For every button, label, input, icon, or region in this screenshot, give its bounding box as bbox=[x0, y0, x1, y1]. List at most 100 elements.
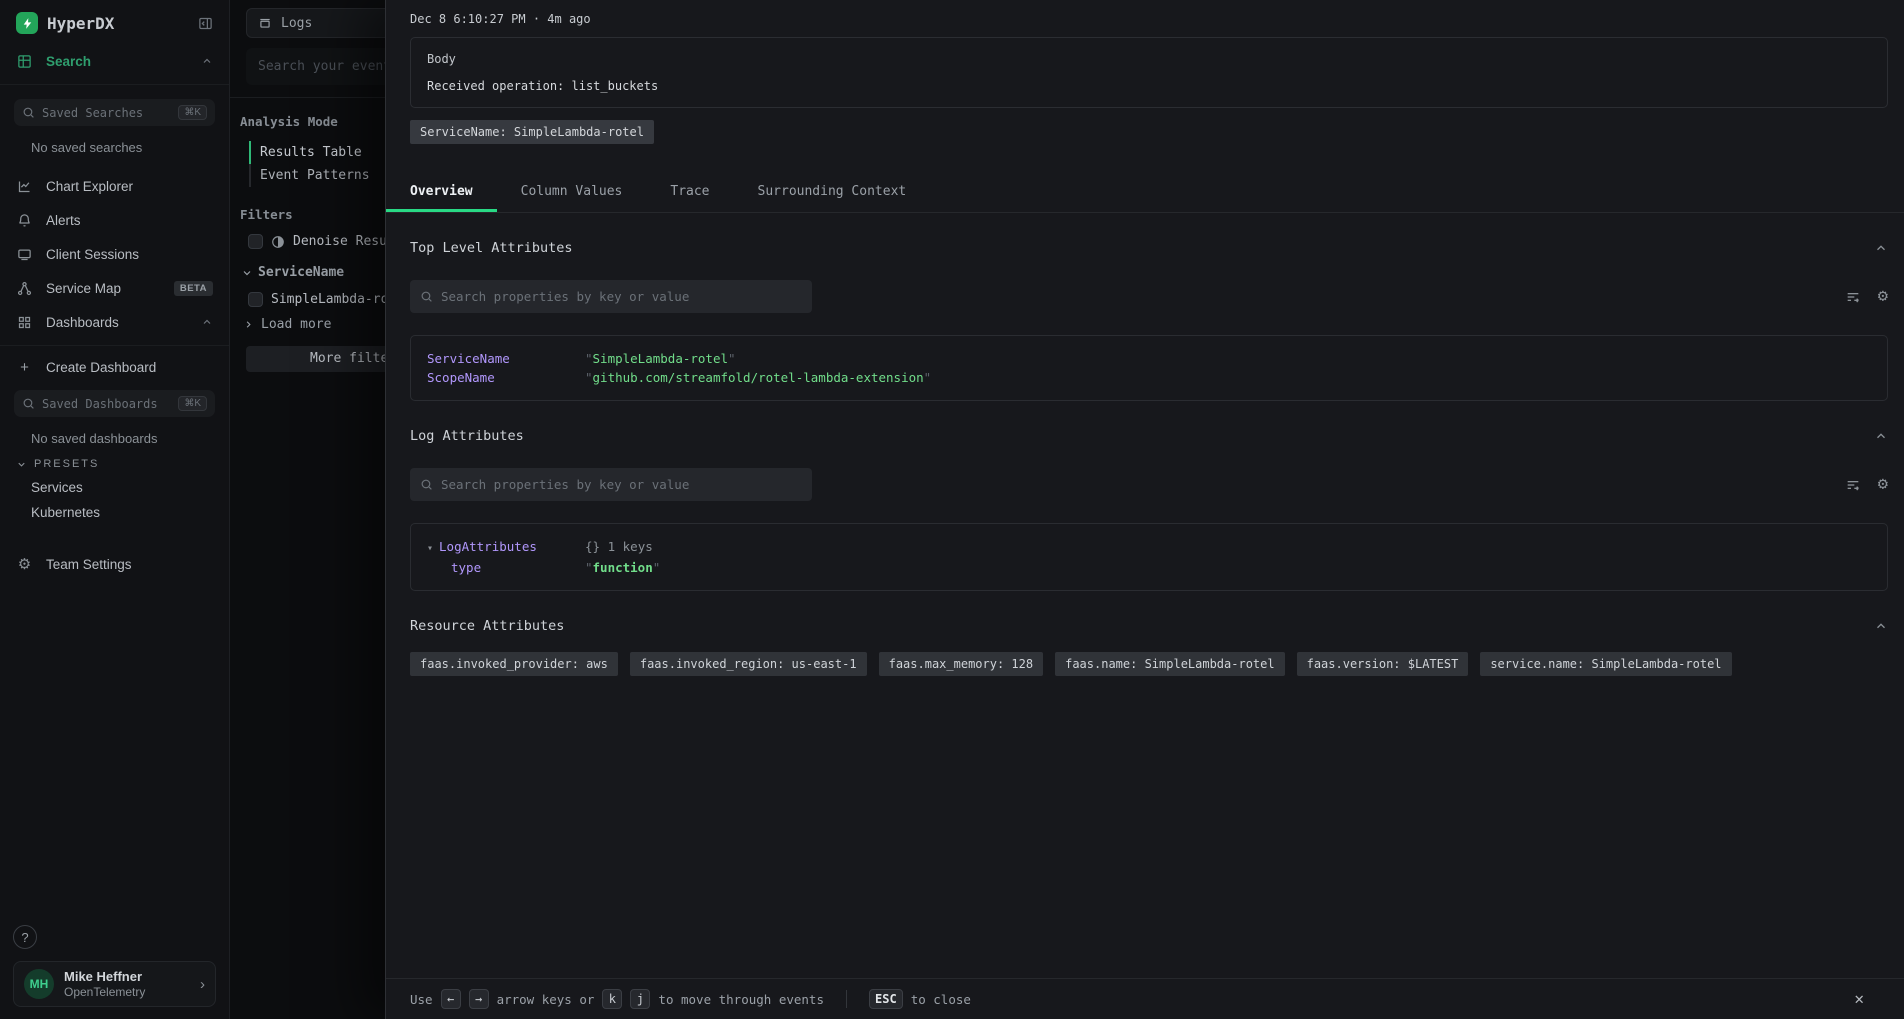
collapse-section-icon[interactable] bbox=[1874, 241, 1888, 255]
sidebar-item-team-settings[interactable]: ⚙ Team Settings bbox=[0, 547, 229, 581]
key-esc: ESC bbox=[869, 989, 903, 1009]
sidebar-item-chart-explorer[interactable]: Chart Explorer bbox=[0, 169, 229, 203]
monitor-icon bbox=[16, 247, 33, 262]
resource-attribute-chips: faas.invoked_provider: aws faas.invoked_… bbox=[410, 652, 1888, 676]
user-info: Mike Heffner OpenTelemetry bbox=[64, 969, 145, 999]
denoise-checkbox[interactable] bbox=[248, 234, 263, 249]
chevron-down-icon bbox=[241, 267, 253, 279]
attribute-value: "SimpleLambda-rotel" bbox=[585, 349, 1871, 368]
no-saved-dashboards-text: No saved dashboards bbox=[31, 431, 213, 446]
plus-icon: + bbox=[16, 359, 33, 376]
attribute-key-wrap: type bbox=[427, 558, 585, 577]
attribute-row[interactable]: type "function" bbox=[427, 558, 1871, 577]
chevron-right-icon: › bbox=[200, 976, 205, 993]
top-level-search-input[interactable]: Search properties by key or value bbox=[410, 280, 812, 313]
resource-chip[interactable]: faas.version: $LATEST bbox=[1297, 652, 1469, 676]
create-dashboard-button[interactable]: + Create Dashboard bbox=[0, 352, 229, 382]
event-tags-row: ServiceName: SimpleLambda-rotel bbox=[410, 120, 1888, 144]
top-level-search-row: Search properties by key or value ⚙ bbox=[410, 280, 1888, 313]
tab-trace[interactable]: Trace bbox=[646, 175, 733, 212]
events-search-placeholder: Search your event bbox=[258, 59, 391, 74]
collapse-sidebar-icon[interactable] bbox=[198, 16, 213, 31]
attribute-key: ScopeName bbox=[427, 368, 585, 387]
beta-badge: BETA bbox=[174, 281, 213, 296]
user-org: OpenTelemetry bbox=[64, 985, 145, 999]
event-detail-drawer: Dec 8 6:10:27 PM · 4m ago Body Received … bbox=[385, 0, 1904, 1019]
servicename-checkbox[interactable] bbox=[248, 292, 263, 307]
team-settings-label: Team Settings bbox=[46, 557, 132, 572]
servicename-group-label: ServiceName bbox=[258, 265, 344, 280]
resource-chip[interactable]: service.name: SimpleLambda-rotel bbox=[1480, 652, 1731, 676]
attribute-row[interactable]: ScopeName "github.com/streamfold/rotel-l… bbox=[427, 368, 1871, 387]
section-tools: ⚙ bbox=[1845, 288, 1888, 305]
preset-item-services[interactable]: Services bbox=[0, 475, 229, 500]
avatar: MH bbox=[24, 969, 54, 999]
user-menu[interactable]: MH Mike Heffner OpenTelemetry › bbox=[13, 961, 216, 1007]
top-level-attributes-header: Top Level Attributes bbox=[410, 240, 1888, 256]
gear-icon[interactable]: ⚙ bbox=[1878, 288, 1888, 305]
sidebar-item-alerts[interactable]: Alerts bbox=[0, 203, 229, 237]
sidebar: HyperDX Search Saved Searches ⌘K No save… bbox=[0, 0, 230, 1019]
key-k: k bbox=[602, 989, 622, 1009]
filter-lines-icon[interactable] bbox=[1845, 477, 1861, 493]
search-icon bbox=[22, 106, 35, 119]
sidebar-item-dashboards[interactable]: Dashboards bbox=[0, 305, 229, 339]
search-icon bbox=[420, 290, 433, 303]
saved-searches-placeholder: Saved Searches bbox=[42, 106, 178, 120]
sidebar-item-search[interactable]: Search bbox=[0, 44, 229, 78]
tree-root-row[interactable]: ▾LogAttributes {} 1 keys bbox=[427, 537, 1871, 558]
help-button[interactable]: ? bbox=[13, 925, 37, 949]
section-title: Log Attributes bbox=[410, 428, 1874, 444]
tree-meta: {} 1 keys bbox=[585, 537, 1871, 558]
log-attributes-box: ▾LogAttributes {} 1 keys type "function" bbox=[410, 523, 1888, 591]
search-section-icon bbox=[16, 54, 33, 69]
presets-label: PRESETS bbox=[34, 458, 99, 470]
servicename-chip[interactable]: ServiceName: SimpleLambda-rotel bbox=[410, 120, 654, 144]
resource-chip[interactable]: faas.invoked_provider: aws bbox=[410, 652, 618, 676]
divider bbox=[846, 990, 847, 1008]
shortcut-badge: ⌘K bbox=[178, 105, 207, 120]
collapse-section-icon[interactable] bbox=[1874, 429, 1888, 443]
divider bbox=[0, 84, 229, 85]
sidebar-item-label: Client Sessions bbox=[46, 247, 139, 262]
servicename-value-label: SimpleLambda-rot bbox=[271, 292, 396, 307]
search-icon bbox=[420, 478, 433, 491]
section-title: Resource Attributes bbox=[410, 618, 1874, 634]
search-placeholder: Search properties by key or value bbox=[441, 477, 689, 492]
resource-chip[interactable]: faas.max_memory: 128 bbox=[879, 652, 1044, 676]
log-attributes-header: Log Attributes bbox=[410, 428, 1888, 444]
resource-chip[interactable]: faas.name: SimpleLambda-rotel bbox=[1055, 652, 1285, 676]
top-level-attributes-box: ServiceName "SimpleLambda-rotel" ScopeNa… bbox=[410, 335, 1888, 401]
tree-caret-icon[interactable]: ▾ bbox=[427, 543, 433, 554]
tab-surrounding-context[interactable]: Surrounding Context bbox=[734, 175, 931, 212]
gear-icon[interactable]: ⚙ bbox=[1878, 476, 1888, 493]
bell-icon bbox=[16, 213, 33, 228]
chevron-up-icon[interactable] bbox=[201, 316, 213, 328]
chevron-up-icon[interactable] bbox=[201, 55, 213, 67]
drawer-footer: Use ← → arrow keys or k j to move throug… bbox=[386, 978, 1904, 1019]
sidebar-item-client-sessions[interactable]: Client Sessions bbox=[0, 237, 229, 271]
resource-chip[interactable]: faas.invoked_region: us-east-1 bbox=[630, 652, 867, 676]
tab-overview[interactable]: Overview bbox=[386, 175, 497, 212]
filter-lines-icon[interactable] bbox=[1845, 289, 1861, 305]
saved-searches-input[interactable]: Saved Searches ⌘K bbox=[14, 99, 215, 126]
user-name: Mike Heffner bbox=[64, 969, 145, 984]
presets-toggle[interactable]: PRESETS bbox=[0, 452, 229, 475]
footer-text: Use bbox=[410, 992, 433, 1007]
sidebar-item-label: Search bbox=[46, 54, 91, 69]
key-arrow-right: → bbox=[469, 989, 489, 1009]
attribute-key: type bbox=[451, 560, 481, 575]
section-tools: ⚙ bbox=[1845, 476, 1888, 493]
preset-item-kubernetes[interactable]: Kubernetes bbox=[0, 500, 229, 525]
attribute-row[interactable]: ServiceName "SimpleLambda-rotel" bbox=[427, 349, 1871, 368]
close-icon[interactable]: ✕ bbox=[1854, 989, 1864, 1008]
dashboards-icon bbox=[16, 315, 33, 330]
logs-source-button[interactable]: Logs bbox=[246, 8, 396, 38]
footer-text: to move through events bbox=[658, 992, 824, 1007]
saved-dashboards-input[interactable]: Saved Dashboards ⌘K bbox=[14, 390, 215, 417]
tab-column-values[interactable]: Column Values bbox=[497, 175, 647, 212]
sidebar-item-service-map[interactable]: Service Map BETA bbox=[0, 271, 229, 305]
log-attributes-search-input[interactable]: Search properties by key or value bbox=[410, 468, 812, 501]
help-icon: ? bbox=[21, 930, 28, 945]
collapse-section-icon[interactable] bbox=[1874, 619, 1888, 633]
